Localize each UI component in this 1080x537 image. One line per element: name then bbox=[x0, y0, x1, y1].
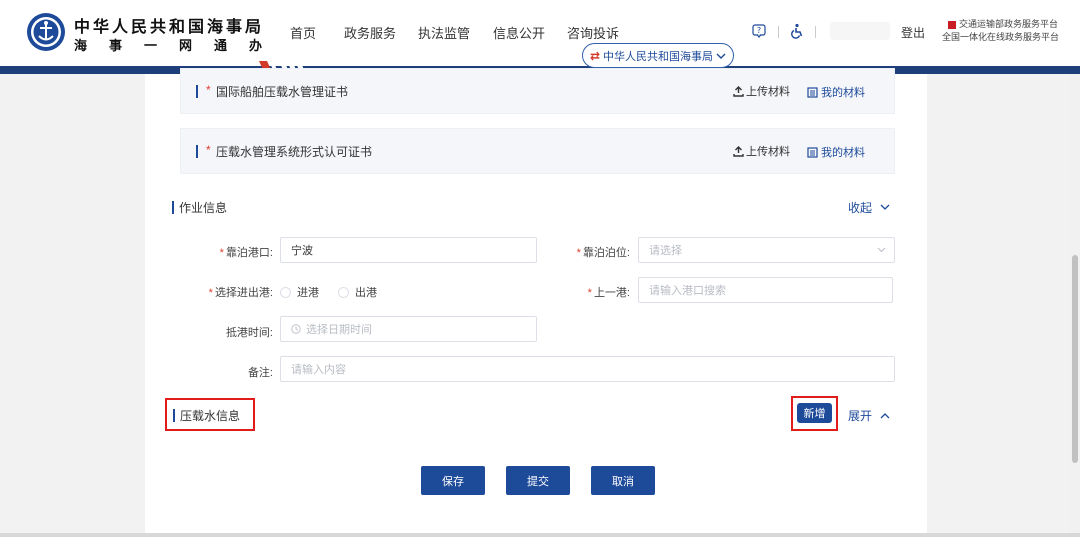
berth-placeholder: 请选择 bbox=[649, 245, 682, 257]
last-port-label: * 上一港: bbox=[587, 287, 630, 299]
radio-circle bbox=[338, 286, 349, 298]
my-materials-button[interactable]: 我的材料 bbox=[807, 84, 865, 100]
arrival-placeholder: 选择日期时间 bbox=[306, 324, 372, 336]
section-title: 压载水信息 bbox=[180, 409, 241, 423]
last-port-input[interactable]: 请输入港口搜索 bbox=[638, 277, 893, 303]
nav-info-disclosure[interactable]: 信息公开 bbox=[493, 23, 545, 42]
my-materials-label: 我的材料 bbox=[821, 147, 865, 159]
radio-circle bbox=[280, 286, 291, 298]
nav-government-services[interactable]: 政务服务 bbox=[344, 23, 396, 42]
section-marker bbox=[196, 85, 198, 98]
section-marker bbox=[172, 201, 174, 214]
save-button[interactable]: 保存 bbox=[421, 466, 485, 495]
expand-toggle[interactable]: 展开 bbox=[848, 407, 890, 424]
section-work-info: 作业信息 bbox=[172, 199, 227, 216]
chevron-up-icon bbox=[880, 413, 890, 419]
clock-icon bbox=[291, 324, 301, 334]
chevron-down-icon bbox=[880, 204, 890, 210]
upload-material-button[interactable]: 上传材料 bbox=[733, 83, 790, 99]
berth-select[interactable]: 请选择 bbox=[638, 237, 895, 263]
msa-logo-icon[interactable] bbox=[26, 12, 66, 52]
chevron-down-icon bbox=[716, 53, 726, 59]
my-materials-button[interactable]: 我的材料 bbox=[807, 144, 865, 160]
upload-icon bbox=[733, 145, 744, 157]
chevron-down-icon bbox=[877, 247, 886, 253]
arrival-time-label: 抵港时间: bbox=[225, 327, 273, 339]
direction-label: * 选择进出港: bbox=[208, 287, 273, 299]
collapse-label: 收起 bbox=[848, 201, 873, 215]
upload-material-button[interactable]: 上传材料 bbox=[733, 143, 790, 159]
cert-row-ballast-management: * 国际船舶压载水管理证书 上传材料 我的材料 bbox=[180, 68, 895, 114]
swap-arrows-icon: ⇄ bbox=[589, 48, 601, 63]
radio-label: 出港 bbox=[355, 287, 377, 299]
upload-label: 上传材料 bbox=[746, 86, 790, 98]
document-list-icon bbox=[807, 146, 818, 158]
org-switch-dropdown[interactable]: ⇄ 中华人民共和国海事局 bbox=[582, 43, 734, 68]
radio-outbound[interactable]: 出港 bbox=[338, 284, 377, 300]
required-mark: * bbox=[206, 143, 211, 157]
remark-input[interactable]: 请输入内容 bbox=[280, 356, 895, 382]
accessibility-icon[interactable] bbox=[789, 23, 805, 39]
submit-button[interactable]: 提交 bbox=[506, 466, 570, 495]
cancel-button[interactable]: 取消 bbox=[591, 466, 655, 495]
collapse-toggle[interactable]: 收起 bbox=[848, 199, 890, 216]
platform-line2[interactable]: 全国一体化在线政务服务平台 bbox=[942, 31, 1059, 44]
divider bbox=[778, 26, 779, 38]
upload-label: 上传材料 bbox=[746, 146, 790, 158]
berth-label: * 靠泊泊位: bbox=[576, 247, 630, 259]
cert-label: 国际船舶压载水管理证书 bbox=[216, 85, 349, 99]
add-ballast-button[interactable]: 新增 bbox=[797, 403, 832, 423]
my-materials-label: 我的材料 bbox=[821, 87, 865, 99]
arrival-time-picker[interactable]: 选择日期时间 bbox=[280, 316, 537, 342]
org-name: 中华人民共和国海事局 bbox=[74, 19, 265, 36]
logout-link[interactable]: 登出 bbox=[901, 24, 925, 41]
radio-inbound[interactable]: 进港 bbox=[280, 284, 319, 300]
org-subtitle: 海事一网通办 bbox=[74, 38, 285, 53]
port-input[interactable]: 宁波 bbox=[280, 237, 537, 263]
cert-label: 压载水管理系统形式认可证书 bbox=[216, 145, 373, 159]
section-title: 作业信息 bbox=[179, 201, 228, 215]
page-bottom-edge bbox=[0, 533, 1080, 537]
nav-enforcement[interactable]: 执法监管 bbox=[418, 23, 470, 42]
divider bbox=[815, 26, 816, 38]
radio-label: 进港 bbox=[297, 287, 319, 299]
scrollbar-thumb[interactable] bbox=[1072, 255, 1078, 463]
platform-red-square-icon bbox=[948, 20, 956, 29]
nav-consult-complaint[interactable]: 咨询投诉 bbox=[567, 23, 619, 42]
expand-label: 展开 bbox=[848, 409, 873, 423]
required-mark: * bbox=[206, 83, 211, 97]
section-marker bbox=[196, 145, 198, 158]
upload-icon bbox=[733, 85, 744, 97]
nav-home[interactable]: 首页 bbox=[290, 23, 316, 42]
section-marker bbox=[173, 409, 175, 422]
site-header: 中华人民共和国海事局 海事一网通办 首页 政务服务 执法监管 信息公开 咨询投诉… bbox=[0, 0, 1080, 66]
document-list-icon bbox=[807, 86, 818, 98]
user-name-redacted[interactable] bbox=[830, 22, 890, 40]
section-ballast-water: 压载水信息 bbox=[173, 407, 240, 424]
org-switch-label: 中华人民共和国海事局 bbox=[603, 50, 714, 63]
platform-line1[interactable]: 交通运输部政务服务平台 bbox=[959, 19, 1058, 29]
cert-row-type-approval: * 压载水管理系统形式认可证书 上传材料 我的材料 bbox=[180, 128, 895, 174]
platform-links[interactable]: 交通运输部政务服务平台 全国一体化在线政务服务平台 bbox=[942, 18, 1059, 44]
remark-label: 备注: bbox=[247, 367, 273, 379]
port-label: * 靠泊港口: bbox=[219, 247, 273, 259]
svg-text:?: ? bbox=[757, 26, 761, 35]
help-icon[interactable]: ? bbox=[752, 24, 766, 38]
